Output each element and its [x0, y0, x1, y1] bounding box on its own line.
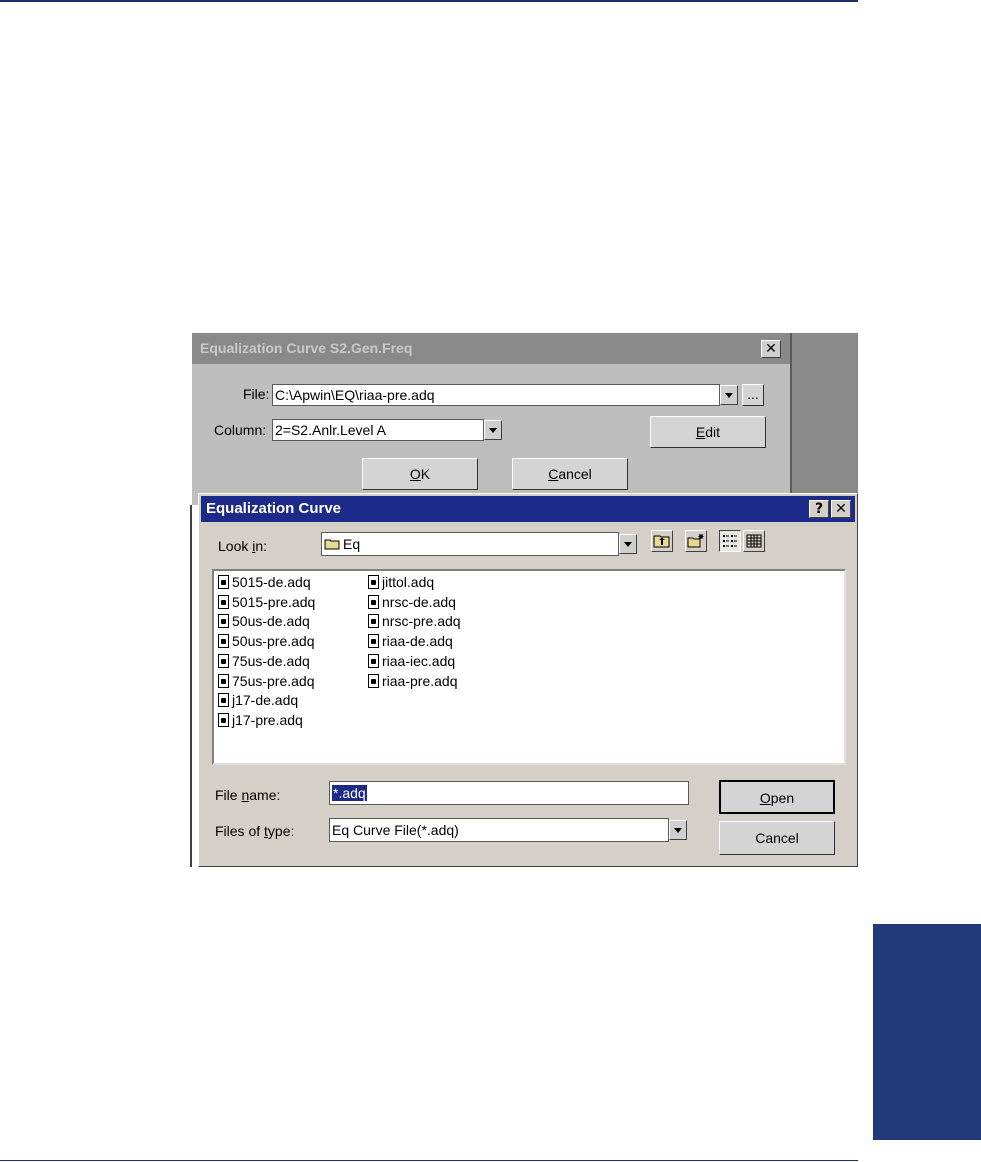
list-item[interactable]: riaa-pre.adq	[368, 671, 458, 691]
chapter-side-tab	[873, 924, 981, 1140]
folder-icon	[324, 539, 340, 550]
details-view-icon	[746, 534, 762, 548]
back-cancel-button[interactable]: Cancel	[512, 458, 628, 490]
file-name: riaa-iec.adq	[382, 652, 456, 669]
list-item[interactable]: j17-de.adq	[218, 690, 298, 710]
background-window-left-edge	[190, 505, 192, 867]
file-icon	[218, 673, 229, 688]
file-path-field[interactable]: C:\Apwin\EQ\riaa-pre.adq	[272, 384, 720, 406]
file-icon	[368, 575, 379, 589]
file-icon	[218, 614, 229, 629]
list-view-icon	[723, 535, 737, 547]
file-name: 5015-pre.adq	[232, 593, 316, 610]
file-name: 75us-de.adq	[232, 652, 310, 669]
file-icon	[218, 594, 229, 609]
file-name: j17-de.adq	[232, 692, 299, 709]
bottom-rule	[0, 1160, 858, 1161]
file-browse-button[interactable]: ...	[742, 384, 764, 406]
look-in-dropdown-button[interactable]	[619, 534, 637, 554]
back-dialog-titlebar: Equalization Curve S2.Gen.Freq ✕	[192, 333, 790, 364]
list-item[interactable]: riaa-iec.adq	[368, 651, 455, 671]
open-file-dialog: Equalization Curve ? ✕ Look in: Eq 5015-…	[198, 493, 858, 867]
open-dialog-titlebar: Equalization Curve ? ✕	[201, 496, 855, 522]
files-of-type-label: Files of type:	[215, 823, 295, 839]
list-item[interactable]: nrsc-pre.adq	[368, 611, 461, 631]
look-in-select[interactable]: Eq	[321, 532, 619, 556]
file-name: j17-pre.adq	[232, 711, 303, 728]
ok-button[interactable]: OK	[362, 458, 478, 490]
help-button[interactable]: ?	[809, 500, 829, 518]
file-icon	[218, 575, 229, 589]
look-in-label: Look in:	[218, 538, 268, 554]
column-select[interactable]: 2=S2.Anlr.Level A	[272, 419, 484, 441]
file-name-label: File name:	[215, 787, 281, 803]
top-rule	[0, 0, 858, 2]
open-dialog-title: Equalization Curve	[206, 500, 342, 517]
file-name: riaa-de.adq	[382, 633, 453, 650]
file-icon	[368, 634, 379, 649]
file-icon	[218, 693, 229, 708]
file-label: File:	[243, 386, 270, 402]
edit-button[interactable]: Edit	[650, 416, 766, 448]
open-button[interactable]: Open	[719, 780, 835, 814]
file-name-input[interactable]: *.adq	[329, 781, 689, 805]
back-dialog-title: Equalization Curve S2.Gen.Freq	[200, 340, 413, 356]
file-name: 5015-de.adq	[232, 574, 311, 590]
files-of-type-dropdown-button[interactable]	[669, 820, 687, 840]
up-one-level-button[interactable]	[651, 530, 673, 552]
list-view-button[interactable]	[719, 530, 741, 552]
equalization-curve-settings-dialog: Equalization Curve S2.Gen.Freq ✕ File: C…	[192, 333, 790, 505]
file-icon	[368, 594, 379, 609]
file-name: 50us-de.adq	[232, 613, 310, 630]
back-dialog-close-button[interactable]: ✕	[761, 340, 781, 358]
details-view-button[interactable]	[743, 530, 765, 552]
file-icon	[368, 614, 379, 629]
new-folder-icon	[687, 534, 704, 548]
file-name: riaa-pre.adq	[382, 672, 458, 689]
file-name: 75us-pre.adq	[232, 672, 315, 689]
column-label: Column:	[214, 422, 267, 438]
files-of-type-select[interactable]: Eq Curve File(*.adq)	[329, 818, 669, 842]
background-window-edge	[790, 333, 858, 505]
list-item[interactable]: 5015-de.adq	[218, 572, 311, 592]
list-item[interactable]: nrsc-de.adq	[368, 592, 456, 612]
file-icon	[218, 653, 229, 668]
list-item[interactable]: 50us-de.adq	[218, 611, 310, 631]
file-list[interactable]: 5015-de.adq 5015-pre.adq 50us-de.adq 50us-p…	[212, 569, 846, 765]
file-name: 50us-pre.adq	[232, 633, 315, 650]
list-item[interactable]: 5015-pre.adq	[218, 592, 315, 612]
list-item[interactable]: j17-pre.adq	[218, 710, 303, 730]
open-dialog-close-button[interactable]: ✕	[831, 500, 851, 518]
open-dialog-cancel-button[interactable]: Cancel	[719, 821, 835, 855]
file-name: nrsc-de.adq	[382, 593, 456, 610]
column-dropdown-button[interactable]	[484, 420, 502, 440]
file-icon	[368, 673, 379, 688]
file-icon	[368, 653, 379, 668]
file-name: nrsc-pre.adq	[382, 613, 461, 630]
list-item[interactable]: 75us-de.adq	[218, 651, 310, 671]
file-name: jittol.adq	[382, 574, 435, 590]
list-item[interactable]: 75us-pre.adq	[218, 671, 315, 691]
up-folder-icon	[653, 535, 670, 548]
list-item[interactable]: 50us-pre.adq	[218, 631, 315, 651]
create-new-folder-button[interactable]	[685, 530, 707, 552]
list-item[interactable]: riaa-de.adq	[368, 631, 453, 651]
list-item[interactable]: jittol.adq	[368, 572, 434, 592]
file-icon	[218, 712, 229, 727]
file-icon	[218, 634, 229, 649]
file-dropdown-button[interactable]	[720, 385, 738, 405]
